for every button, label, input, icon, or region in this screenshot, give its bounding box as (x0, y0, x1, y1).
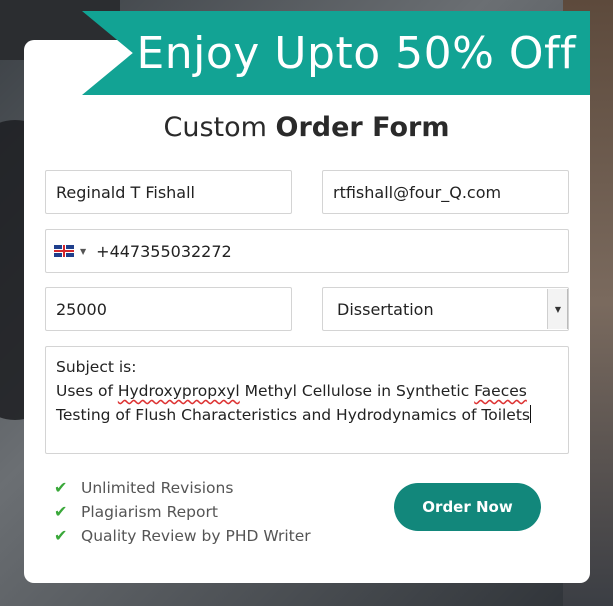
check-icon: ✔ (54, 502, 68, 521)
select-arrow-icon[interactable]: ▼ (547, 289, 568, 329)
subject-textarea[interactable]: Subject is: Uses of Hydroxypropxyl Methy… (45, 346, 569, 454)
check-icon: ✔ (54, 526, 68, 545)
subject-misspelled-word: Hydroxypropxyl (117, 382, 240, 400)
subject-misspelled-word-2: Faeces (474, 382, 527, 400)
feature-label: Plagiarism Report (81, 502, 218, 521)
subject-line-3: Testing of Flush Characteristics and Hyd… (56, 403, 558, 427)
feature-label: Unlimited Revisions (81, 478, 234, 497)
phone-field[interactable]: ▼ +447355032272 (45, 229, 569, 273)
check-icon: ✔ (54, 478, 68, 497)
subject-line-2: Uses of Hydroxypropxyl Methyl Cellulose … (56, 379, 558, 403)
pages-field[interactable]: 25000 (45, 287, 292, 331)
phone-value: +447355032272 (96, 241, 232, 261)
pages-value: 25000 (56, 299, 107, 319)
discount-banner-text: Enjoy Upto 50% Off (136, 27, 576, 79)
uk-flag-icon[interactable] (54, 245, 74, 257)
paper-type-value: Dissertation (337, 299, 434, 319)
feature-item: ✔ Quality Review by PHD Writer (54, 526, 311, 545)
form-title: Custom Order Form (0, 112, 613, 143)
name-value: Reginald T Fishall (56, 182, 195, 202)
feature-item: ✔ Plagiarism Report (54, 502, 218, 521)
email-field[interactable]: rtfishall@four_Q.com (322, 170, 569, 214)
subject-text-3: Testing of Flush Characteristics and Hyd… (56, 406, 530, 424)
subject-text-a: Uses of (56, 382, 118, 400)
name-field[interactable]: Reginald T Fishall (45, 170, 292, 214)
paper-type-select[interactable]: Dissertation ▼ (322, 287, 569, 331)
discount-banner: Enjoy Upto 50% Off (82, 11, 590, 95)
subject-line-1: Subject is: (56, 358, 137, 376)
text-cursor (530, 405, 531, 423)
form-title-light: Custom (163, 112, 276, 143)
email-value: rtfishall@four_Q.com (333, 182, 502, 202)
subject-text-c: Methyl Cellulose in Synthetic (239, 382, 475, 400)
form-title-bold: Order Form (275, 112, 450, 143)
feature-label: Quality Review by PHD Writer (81, 526, 311, 545)
feature-item: ✔ Unlimited Revisions (54, 478, 233, 497)
order-now-button[interactable]: Order Now (394, 483, 541, 531)
